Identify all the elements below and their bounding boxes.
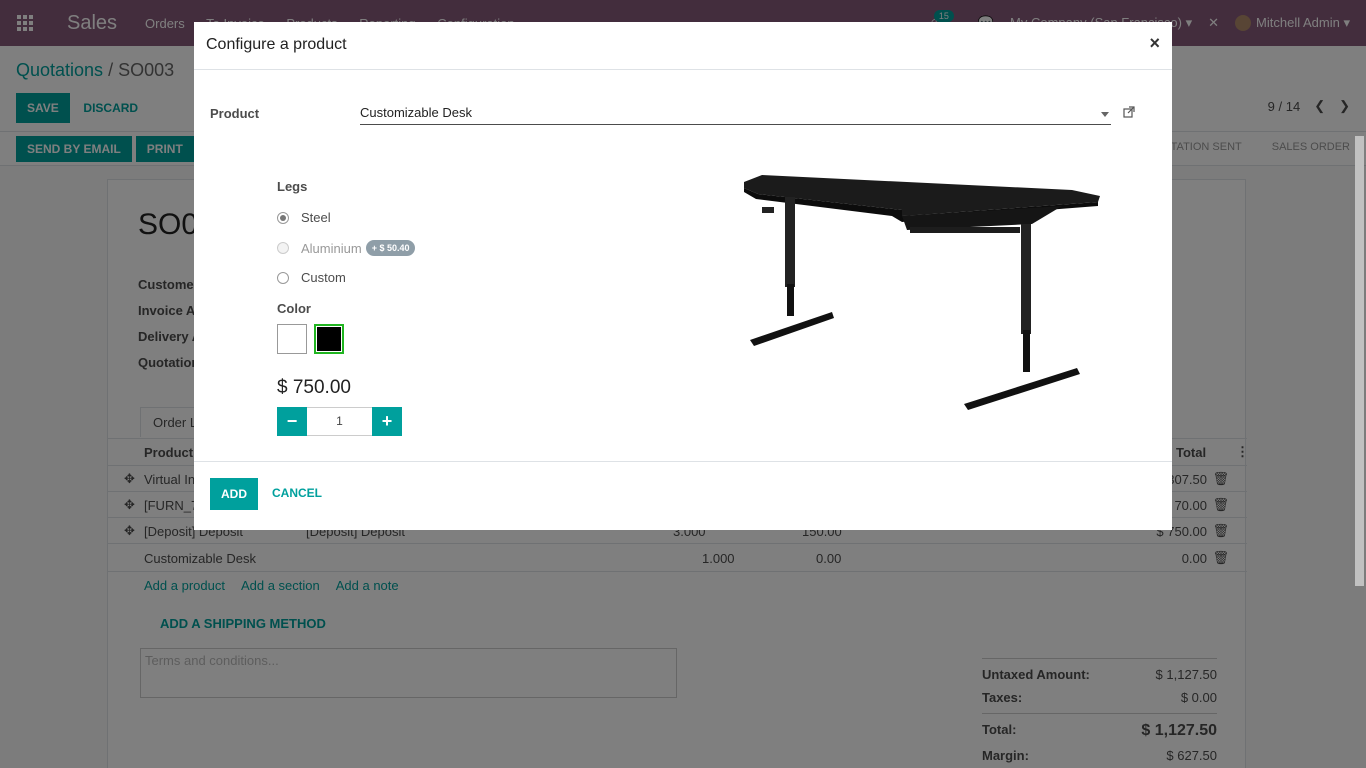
chevron-down-icon[interactable]: [1101, 112, 1109, 117]
legs-option-label: Steel: [301, 210, 331, 225]
configure-product-dialog: Configure a product × Product Customizab…: [194, 22, 1172, 530]
radio-custom[interactable]: [277, 271, 289, 284]
price-extra-badge: + $ 50.40: [365, 240, 416, 256]
plus-icon[interactable]: +: [372, 407, 402, 436]
product-label: Product: [210, 106, 260, 121]
product-image: [744, 175, 1100, 410]
legs-option-steel[interactable]: Steel: [277, 210, 331, 225]
minus-icon[interactable]: −: [277, 407, 307, 436]
quantity-input[interactable]: 1: [307, 407, 372, 436]
legs-label: Legs: [277, 179, 308, 194]
radio-aluminium: [277, 242, 289, 254]
close-icon[interactable]: ×: [1149, 33, 1160, 54]
dialog-header: Configure a product ×: [194, 22, 1172, 70]
product-value: Customizable Desk: [360, 105, 472, 120]
radio-steel[interactable]: [277, 211, 289, 224]
legs-option-custom[interactable]: Custom: [277, 270, 346, 285]
external-link-icon[interactable]: [1123, 106, 1135, 118]
product-price: $ 750.00: [277, 377, 351, 398]
add-button[interactable]: ADD: [210, 478, 258, 510]
legs-option-label: Custom: [301, 270, 346, 285]
scrollbar[interactable]: [1355, 136, 1364, 586]
cancel-button[interactable]: CANCEL: [262, 478, 332, 508]
product-field[interactable]: Customizable Desk: [360, 104, 1111, 125]
legs-option-aluminium: Aluminium + $ 50.40: [277, 240, 416, 256]
color-label: Color: [277, 301, 311, 316]
dialog-title: Configure a product: [206, 36, 347, 53]
quantity-stepper: − 1 +: [277, 407, 402, 436]
color-swatch-black[interactable]: [314, 324, 344, 354]
color-swatch-white[interactable]: [277, 324, 307, 354]
dialog-footer: ADD CANCEL: [194, 461, 1172, 530]
legs-option-label: Aluminium: [301, 240, 362, 256]
